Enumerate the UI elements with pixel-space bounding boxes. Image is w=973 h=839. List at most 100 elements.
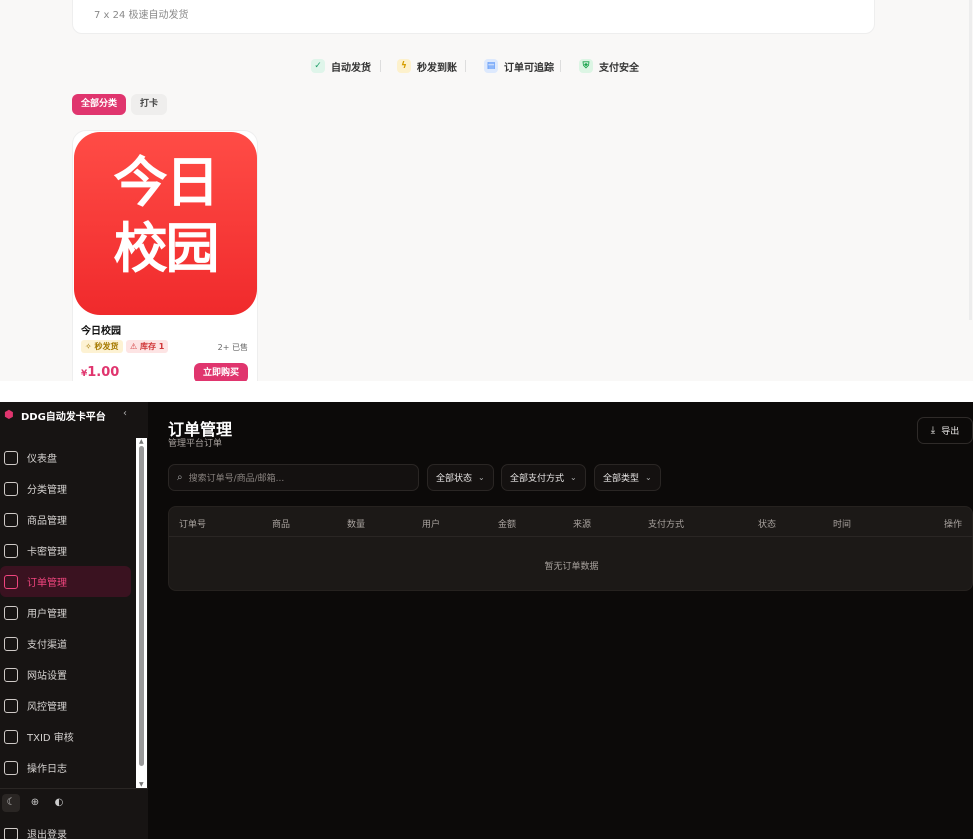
sidebar-item-label: 风控管理	[27, 702, 67, 713]
table-header: 订单号 商品 数量 用户 金额 来源 支付方式 状态 时间 操作	[169, 507, 973, 537]
column-header: 来源	[573, 520, 592, 530]
chevron-down-icon: ⌄	[645, 473, 652, 482]
sidebar-item-label: 支付渠道	[27, 640, 67, 651]
column-header: 用户	[422, 520, 441, 530]
scrollbar-thumb[interactable]	[139, 446, 144, 766]
sidebar: ⬢ DDG自动发卡平台 ‹ 仪表盘 分类管理 商品管理 卡密管理 订单管理 用户…	[0, 402, 148, 839]
search-input[interactable]: ⌕ 搜索订单号/商品/邮箱...	[168, 464, 419, 491]
divider	[0, 788, 148, 789]
sidebar-item-logs[interactable]: 操作日志	[0, 752, 136, 783]
filter-label: 全部类型	[603, 474, 640, 484]
brand-name: DDG自动发卡平台	[21, 411, 106, 423]
export-button[interactable]: ⤓ 导出	[917, 417, 973, 444]
separator	[0, 381, 973, 402]
promo-text: 7 x 24 极速自动发货	[94, 10, 189, 21]
column-header: 操作	[944, 520, 963, 530]
shield-icon	[4, 698, 18, 713]
sidebar-item-label: 订单管理	[27, 578, 67, 589]
sidebar-item-products[interactable]: 商品管理	[0, 504, 136, 535]
moon-icon[interactable]: ☾	[2, 794, 20, 812]
globe-icon[interactable]: ⊕	[26, 794, 44, 812]
feature-auto-delivery: ✓ 自动发货	[311, 58, 371, 74]
page-scrollbar[interactable]	[969, 0, 972, 320]
sidebar-nav: 仪表盘 分类管理 商品管理 卡密管理 订单管理 用户管理 支付渠道 网站设置 风…	[0, 442, 136, 783]
product-name: 今日校园	[81, 326, 121, 337]
status-filter[interactable]: 全部状态 ⌄	[427, 464, 494, 491]
payment-filter[interactable]: 全部支付方式 ⌄	[501, 464, 586, 491]
sidebar-item-txid[interactable]: TXID 审核	[0, 721, 136, 752]
sidebar-item-cards[interactable]: 卡密管理	[0, 535, 136, 566]
sidebar-item-payment[interactable]: 支付渠道	[0, 628, 136, 659]
feature-secure: ⛨ 支付安全	[579, 58, 639, 74]
page-subtitle: 管理平台订单	[168, 439, 223, 449]
badge-fast-delivery: ✧ 秒发货	[81, 340, 123, 353]
palette-icon[interactable]: ◐	[50, 794, 68, 812]
category-checkin[interactable]: 打卡	[131, 94, 168, 115]
sidebar-item-dashboard[interactable]: 仪表盘	[0, 442, 136, 473]
product-logo-text: 今日	[113, 151, 220, 214]
scroll-down-icon[interactable]: ▼	[139, 781, 144, 788]
logout-label: 退出登录	[27, 830, 67, 839]
feature-instant: ϟ 秒发到账	[397, 58, 457, 74]
users-icon	[4, 605, 18, 620]
sidebar-scrollbar[interactable]: ▲ ▼	[136, 438, 147, 788]
filter-label: 全部支付方式	[510, 474, 565, 484]
cart-icon	[4, 574, 18, 589]
feature-label: 秒发到账	[417, 62, 457, 74]
logout-icon	[4, 827, 18, 839]
gear-icon	[4, 667, 18, 682]
sidebar-item-label: 商品管理	[27, 516, 67, 527]
lightning-icon: ϟ	[397, 59, 411, 73]
chevron-down-icon: ⌄	[478, 473, 485, 482]
divider	[465, 60, 466, 72]
column-header: 订单号	[179, 520, 207, 530]
column-header: 时间	[833, 520, 852, 530]
chevron-left-icon[interactable]: ‹	[123, 408, 127, 419]
search-icon: ⌕	[177, 472, 183, 483]
document-icon: ▤	[484, 59, 498, 73]
filter-label: 全部状态	[436, 474, 473, 484]
product-image: 今日 校园	[74, 132, 257, 315]
sidebar-item-label: TXID 审核	[27, 733, 74, 744]
column-header: 金额	[498, 520, 517, 530]
sidebar-item-label: 仪表盘	[27, 454, 57, 465]
category-all[interactable]: 全部分类	[72, 94, 127, 115]
sidebar-footer-icons: ☾ ⊕ ◐	[0, 794, 72, 812]
divider	[560, 60, 561, 72]
column-header: 支付方式	[648, 520, 685, 530]
feature-label: 订单可追踪	[504, 62, 554, 74]
logout-button[interactable]: 退出登录	[4, 826, 67, 839]
empty-state: 暂无订单数据	[544, 562, 599, 572]
type-filter[interactable]: 全部类型 ⌄	[594, 464, 661, 491]
download-icon: ⤓	[930, 425, 936, 436]
column-header: 商品	[272, 520, 291, 530]
txid-icon	[4, 729, 18, 744]
brand: ⬢ DDG自动发卡平台 ‹	[0, 402, 148, 428]
category-icon	[4, 481, 18, 496]
price-value: 1.00	[87, 365, 120, 380]
product-price: ¥1.00	[81, 365, 119, 380]
sidebar-item-risk[interactable]: 风控管理	[0, 690, 136, 721]
sidebar-item-label: 卡密管理	[27, 547, 67, 558]
storefront-section: 7 x 24 极速自动发货 ✓ 自动发货 ϟ 秒发到账 ▤ 订单可追踪 ⛨ 支付…	[0, 0, 973, 381]
badge-stock: ⚠ 库存 1	[126, 340, 169, 353]
column-header: 数量	[347, 520, 366, 530]
key-icon	[4, 543, 18, 558]
search-placeholder: 搜索订单号/商品/邮箱...	[188, 474, 285, 484]
product-card[interactable]: 今日 校园 今日校园 ✧ 秒发货 ⚠ 库存 1 2+ 已售 ¥1.00 立即购买	[72, 130, 258, 381]
sidebar-item-users[interactable]: 用户管理	[0, 597, 136, 628]
scroll-up-icon[interactable]: ▲	[139, 438, 144, 445]
cube-logo-icon: ⬢	[4, 408, 14, 421]
feature-trackable: ▤ 订单可追踪	[484, 58, 554, 74]
sidebar-item-orders[interactable]: 订单管理	[0, 566, 131, 597]
feature-label: 自动发货	[331, 62, 371, 74]
divider	[380, 60, 381, 72]
sidebar-item-settings[interactable]: 网站设置	[0, 659, 136, 690]
sidebar-item-label: 分类管理	[27, 485, 67, 496]
dashboard-icon	[4, 450, 18, 465]
sidebar-item-label: 用户管理	[27, 609, 67, 620]
sidebar-item-categories[interactable]: 分类管理	[0, 473, 136, 504]
feature-strip: ✓ 自动发货 ϟ 秒发到账 ▤ 订单可追踪 ⛨ 支付安全	[0, 58, 973, 74]
sidebar-item-label: 操作日志	[27, 764, 67, 775]
buy-now-button[interactable]: 立即购买	[194, 363, 248, 381]
